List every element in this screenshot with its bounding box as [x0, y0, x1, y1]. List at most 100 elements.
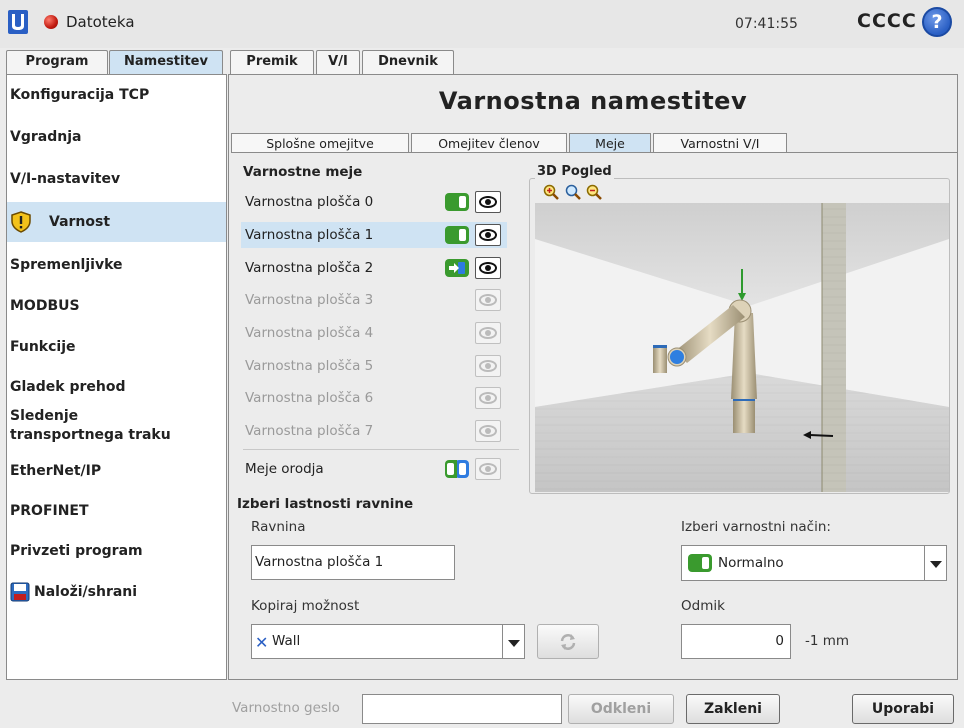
plane-label: Varnostna plošča 1 [245, 227, 374, 243]
plane-label: Ravnina [251, 519, 306, 535]
offset-field[interactable]: 0 [681, 624, 791, 659]
trigger-arrow-icon [449, 262, 465, 274]
sidebar-item-io-setup[interactable]: V/I-nastavitev [7, 171, 226, 199]
content-panel: Varnostna namestitev Splošne omejitve Om… [228, 74, 958, 680]
plane-row[interactable]: Varnostna plošča 7 [241, 418, 507, 444]
tab-safety-io[interactable]: Varnostni V/I [653, 133, 787, 153]
password-field[interactable] [362, 694, 562, 724]
visibility-eye-button[interactable] [475, 289, 501, 311]
eye-icon [479, 425, 497, 437]
eye-icon [479, 360, 497, 372]
refresh-button[interactable] [537, 624, 599, 659]
sidebar-item-vgradnja[interactable]: Vgradnja [7, 129, 226, 157]
wall-x-icon: ✕ [255, 633, 269, 652]
lock-button[interactable]: Zakleni [686, 694, 780, 724]
tab-divider [231, 152, 957, 153]
sidebar: Konfiguracija TCP Vgradnja V/I-nastavite… [6, 74, 227, 680]
normal-mode-icon [688, 554, 712, 572]
plane-row[interactable]: Varnostna plošča 1 [241, 222, 507, 248]
plane-row[interactable]: Varnostna plošča 2 [241, 255, 507, 281]
tool-boundary-label: Meje orodja [245, 461, 324, 477]
safety-mode-value: Normalno [718, 555, 784, 571]
record-dot-icon [44, 15, 58, 29]
copy-option-dropdown[interactable]: ✕ Wall [251, 624, 525, 659]
sidebar-item-tcp[interactable]: Konfiguracija TCP [7, 87, 226, 115]
apply-button[interactable]: Uporabi [852, 694, 954, 724]
top-bar: Datoteka 07:41:55 CCCC ? [0, 0, 964, 48]
password-label: Varnostno geslo [232, 700, 340, 716]
sidebar-item-variables[interactable]: Spremenljivke [7, 257, 226, 285]
visibility-eye-button[interactable] [475, 257, 501, 279]
tab-namestitev[interactable]: Namestitev [109, 50, 223, 74]
visibility-eye-button[interactable] [475, 322, 501, 344]
safety-mode-dropdown[interactable]: Normalno [681, 545, 947, 581]
plane-label: Varnostna plošča 6 [245, 390, 374, 406]
plane-row[interactable]: Varnostna plošča 3 [241, 287, 507, 313]
safety-mode-label: Izberi varnostni način: [681, 519, 831, 535]
visibility-eye-button[interactable] [475, 387, 501, 409]
sidebar-item-modbus[interactable]: MODBUS [7, 298, 226, 326]
zoom-fit-icon[interactable] [565, 184, 581, 200]
visibility-eye-button[interactable] [475, 355, 501, 377]
plane-row[interactable]: Varnostna plošča 0 [241, 189, 507, 215]
eye-icon [479, 229, 497, 241]
boundaries-heading: Varnostne meje [243, 164, 363, 180]
tab-premik[interactable]: Premik [230, 50, 314, 74]
chevron-down-icon [924, 546, 946, 580]
visibility-eye-button[interactable] [475, 224, 501, 246]
plane-label: Varnostna plošča 5 [245, 358, 374, 374]
tool-boundary-row[interactable]: Meje orodja [241, 456, 507, 482]
page-title: Varnostna namestitev [438, 87, 748, 115]
view3d-title: 3D Pogled [535, 164, 614, 179]
chevron-down-icon [502, 625, 524, 658]
tool-boundary-toggle[interactable] [455, 460, 469, 478]
tab-general-limits[interactable]: Splošne omejitve [231, 133, 409, 153]
eye-icon [479, 294, 497, 306]
offset-label: Odmik [681, 598, 725, 614]
sidebar-item-label: Varnost [49, 214, 111, 230]
visibility-eye-button[interactable] [475, 420, 501, 442]
eye-icon [479, 262, 497, 274]
trigger-toggle[interactable] [445, 259, 469, 277]
file-menu[interactable]: Datoteka [66, 13, 135, 31]
sidebar-item-label: Naloži/shrani [34, 584, 138, 600]
visibility-eye-button[interactable] [475, 191, 501, 213]
plane-name-field[interactable]: Varnostna plošča 1 [251, 545, 455, 580]
offset-unit: -1 mm [805, 633, 850, 649]
help-icon[interactable]: ? [922, 7, 952, 37]
tab-joint-limits[interactable]: Omejitev členov [411, 133, 567, 153]
plane-label: Varnostna plošča 7 [245, 423, 374, 439]
tab-program[interactable]: Program [6, 50, 108, 74]
visibility-eye-button[interactable] [475, 458, 501, 480]
plane-label: Varnostna plošča 2 [245, 260, 374, 276]
mode-toggle[interactable] [445, 193, 469, 211]
plane-label: Varnostna plošča 4 [245, 325, 374, 341]
shield-warning-icon [11, 211, 31, 233]
sidebar-item-conveyor-tracking[interactable]: Sledenje transportnega traku [7, 407, 226, 451]
plane-row[interactable]: Varnostna plošča 6 [241, 385, 507, 411]
refresh-icon [560, 634, 576, 650]
ur-logo-icon [8, 10, 28, 34]
plane-row[interactable]: Varnostna plošča 4 [241, 320, 507, 346]
unlock-button[interactable]: Odkleni [568, 694, 674, 724]
mode-toggle[interactable] [445, 226, 469, 244]
sidebar-item-features[interactable]: Funkcije [7, 339, 226, 367]
sidebar-item-smooth-transition[interactable]: Gladek prehod [7, 379, 226, 407]
tab-vi[interactable]: V/I [316, 50, 360, 74]
zoom-out-icon[interactable] [586, 184, 602, 200]
eye-icon [479, 392, 497, 404]
sidebar-item-varnost[interactable]: Varnost [7, 202, 226, 242]
sidebar-item-default-program[interactable]: Privzeti program [7, 543, 226, 571]
eye-icon [479, 463, 497, 475]
sidebar-item-profinet[interactable]: PROFINET [7, 503, 226, 531]
sidebar-item-ethernet-ip[interactable]: EtherNet/IP [7, 463, 226, 491]
plane-row[interactable]: Varnostna plošča 5 [241, 353, 507, 379]
footer-bar: Varnostno geslo Odkleni Zakleni Uporabi [0, 688, 964, 728]
robot-name: CCCC [857, 10, 917, 32]
sidebar-item-load-save[interactable]: Naloži/shrani [7, 580, 226, 610]
plane-properties-heading: Izberi lastnosti ravnine [237, 496, 414, 512]
view3d-canvas[interactable] [535, 203, 949, 492]
tab-dnevnik[interactable]: Dnevnik [362, 50, 454, 74]
tab-boundaries[interactable]: Meje [569, 133, 651, 153]
zoom-in-icon[interactable] [543, 184, 559, 200]
